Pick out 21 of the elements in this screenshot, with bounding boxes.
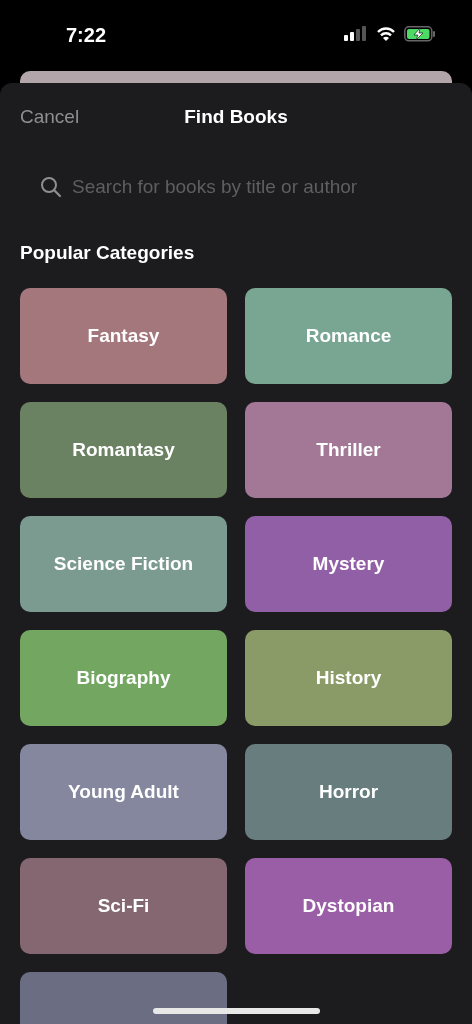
category-tile[interactable]: Young Adult bbox=[20, 744, 227, 840]
section-heading: Popular Categories bbox=[20, 242, 196, 264]
category-tile[interactable]: Fantasy bbox=[20, 288, 227, 384]
category-tile[interactable]: Romantasy bbox=[20, 402, 227, 498]
search-field[interactable]: Search for books by title or author bbox=[72, 176, 432, 198]
category-tile[interactable]: History bbox=[245, 630, 452, 726]
category-tile[interactable]: Dystopian bbox=[245, 858, 452, 954]
sheet-title: Find Books bbox=[184, 106, 288, 128]
category-tile[interactable]: Science Fiction bbox=[20, 516, 227, 612]
category-tile[interactable]: Mystery bbox=[245, 516, 452, 612]
category-tile[interactable]: Sci-Fi bbox=[20, 858, 227, 954]
status-time: 7:22 bbox=[66, 24, 107, 47]
category-tile[interactable]: Romance bbox=[245, 288, 452, 384]
signal-icon bbox=[344, 26, 368, 42]
category-tile[interactable]: Thriller bbox=[245, 402, 452, 498]
battery-charging-icon bbox=[404, 26, 436, 42]
search-icon bbox=[40, 176, 62, 198]
wifi-icon bbox=[376, 26, 396, 42]
category-tile[interactable]: Horror bbox=[245, 744, 452, 840]
cancel-button[interactable]: Cancel bbox=[20, 106, 80, 128]
category-tile[interactable]: Biography bbox=[20, 630, 227, 726]
